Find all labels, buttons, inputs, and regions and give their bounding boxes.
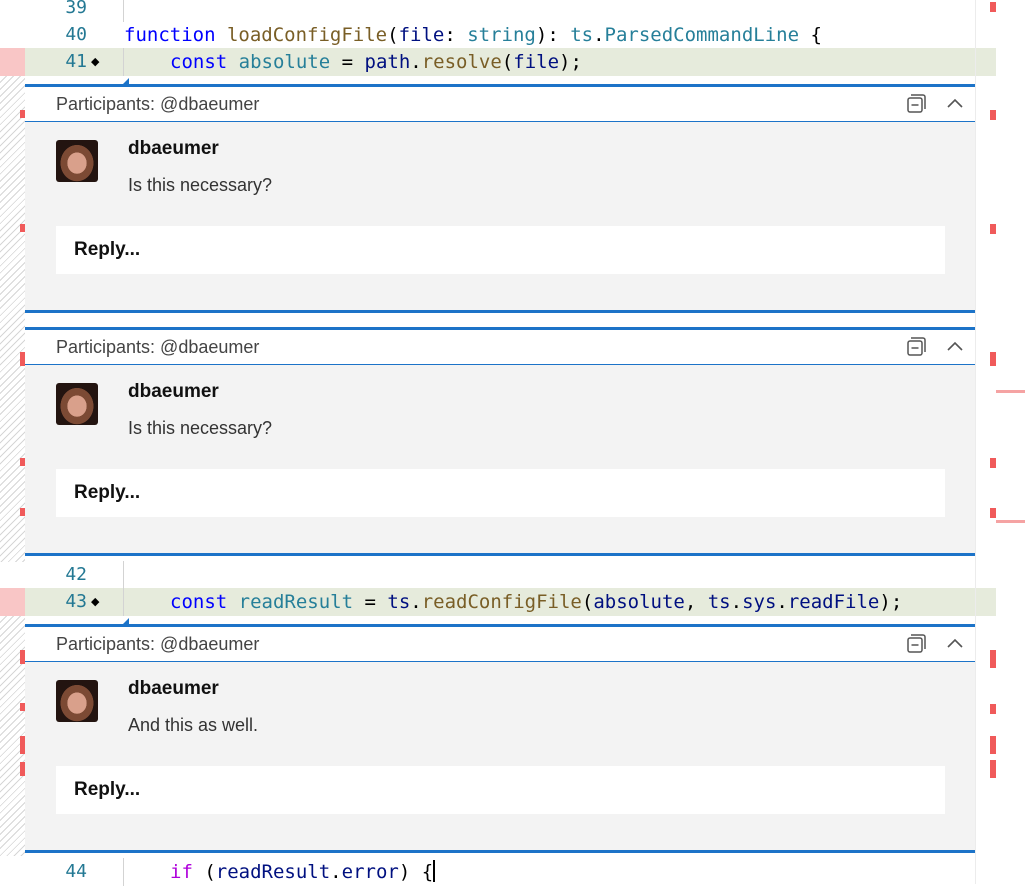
overview-ruler[interactable] bbox=[975, 0, 997, 884]
comment: dbaeumer Is this necessary? bbox=[25, 365, 975, 465]
code-line-current[interactable]: 41 ◆ const absolute = path.resolve(file)… bbox=[0, 48, 996, 76]
line-number: 44 bbox=[65, 861, 87, 882]
line-number: 42 bbox=[65, 564, 87, 585]
avatar bbox=[56, 140, 98, 182]
code-line[interactable]: 44 if (readResult.error) { bbox=[0, 858, 996, 886]
thread-header: Participants: @dbaeumer bbox=[25, 330, 975, 365]
indent-guide bbox=[123, 858, 124, 886]
code-line-current[interactable]: 43 ◆ const readResult = ts.readConfigFil… bbox=[0, 588, 996, 616]
reply-input[interactable]: Reply... bbox=[56, 766, 945, 814]
comment-thread: Participants: @dbaeumer dbaeumer Is this… bbox=[25, 327, 975, 556]
ruler-change-marker bbox=[990, 736, 996, 754]
indent-guide bbox=[123, 0, 124, 22]
thread-header: Participants: @dbaeumer bbox=[25, 87, 975, 122]
comment-author: dbaeumer bbox=[128, 678, 219, 699]
comment-thread: Participants: @dbaeumer dbaeumer Is this… bbox=[25, 78, 975, 313]
line-number: 41 bbox=[65, 51, 87, 72]
ruler-change-marker bbox=[990, 760, 996, 778]
comment-body: Is this necessary? bbox=[128, 175, 273, 195]
participants-label: Participants: @dbaeumer bbox=[56, 337, 260, 357]
collapse-all-icon[interactable] bbox=[905, 633, 927, 655]
code-content: const absolute = path.resolve(file); bbox=[170, 51, 582, 73]
line-number: 39 bbox=[65, 0, 87, 18]
ruler-change-marker bbox=[990, 2, 996, 12]
code-content: if (readResult.error) { bbox=[170, 860, 436, 883]
indent-guide bbox=[123, 561, 124, 589]
code-content: function loadConfigFile(file: string): t… bbox=[124, 24, 822, 46]
diamond-glyph-icon[interactable]: ◆ bbox=[91, 588, 101, 616]
ruler-diff-indicator bbox=[996, 520, 1025, 523]
collapse-all-icon[interactable] bbox=[905, 336, 927, 358]
indent-guide bbox=[123, 48, 124, 76]
code-content: const readResult = ts.readConfigFile(abs… bbox=[170, 591, 903, 613]
thread-anchor-arrow bbox=[122, 78, 129, 85]
code-editor: 39 40 function loadConfigFile(file: stri… bbox=[0, 0, 1025, 886]
code-line[interactable]: 42 bbox=[0, 561, 996, 589]
avatar bbox=[56, 383, 98, 425]
participants-label: Participants: @dbaeumer bbox=[56, 94, 260, 114]
comment: dbaeumer Is this necessary? bbox=[25, 122, 975, 222]
chevron-up-icon[interactable] bbox=[944, 336, 966, 358]
ruler-change-marker bbox=[990, 704, 996, 714]
ruler-change-marker bbox=[990, 650, 996, 668]
code-line[interactable]: 40 function loadConfigFile(file: string)… bbox=[0, 21, 996, 49]
comment-thread: Participants: @dbaeumer dbaeumer And thi… bbox=[25, 618, 975, 853]
ruler-change-marker bbox=[990, 352, 996, 366]
line-number: 43 bbox=[65, 591, 87, 612]
ruler-change-marker bbox=[990, 224, 996, 234]
comment-author: dbaeumer bbox=[128, 381, 219, 402]
diamond-glyph-icon[interactable]: ◆ bbox=[91, 48, 101, 76]
ruler-change-marker bbox=[990, 110, 996, 120]
comment-author: dbaeumer bbox=[128, 138, 219, 159]
thread-anchor-arrow bbox=[122, 618, 129, 625]
chevron-up-icon[interactable] bbox=[944, 93, 966, 115]
reply-input[interactable]: Reply... bbox=[56, 469, 945, 517]
reply-input[interactable]: Reply... bbox=[56, 226, 945, 274]
comment-body: Is this necessary? bbox=[128, 418, 273, 438]
text-cursor bbox=[433, 860, 436, 882]
collapse-all-icon[interactable] bbox=[905, 93, 927, 115]
ruler-change-marker bbox=[990, 458, 996, 468]
chevron-up-icon[interactable] bbox=[944, 633, 966, 655]
indent-guide bbox=[123, 588, 124, 616]
ruler-change-marker bbox=[990, 508, 996, 518]
ruler-diff-indicator bbox=[996, 390, 1025, 393]
thread-header: Participants: @dbaeumer bbox=[25, 627, 975, 662]
avatar bbox=[56, 680, 98, 722]
participants-label: Participants: @dbaeumer bbox=[56, 634, 260, 654]
comment: dbaeumer And this as well. bbox=[25, 662, 975, 762]
comment-body: And this as well. bbox=[128, 715, 259, 735]
line-number: 40 bbox=[65, 24, 87, 45]
diff-gutter-stripe bbox=[0, 76, 25, 562]
code-line[interactable]: 39 bbox=[0, 0, 996, 22]
